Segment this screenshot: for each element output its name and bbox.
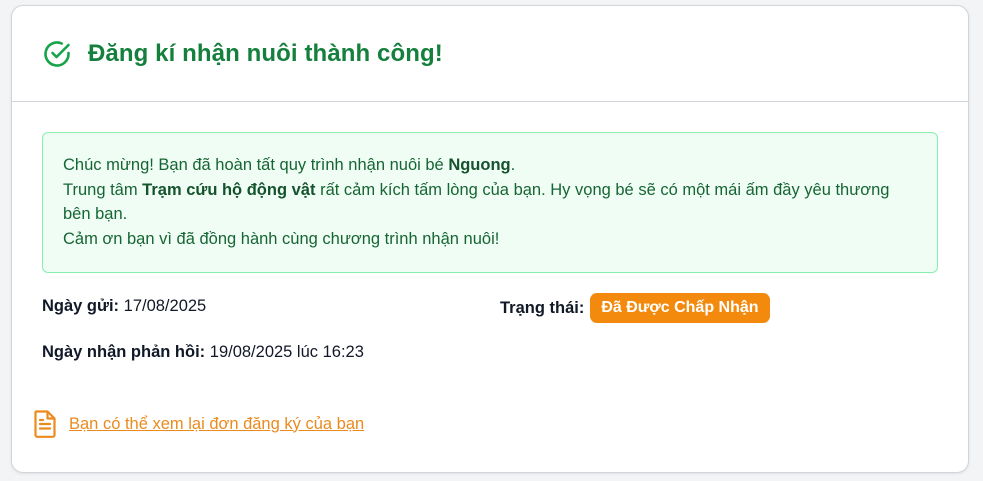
reply-date-value: 19/08/2025 lúc 16:23 <box>209 343 364 361</box>
check-circle-icon <box>42 39 72 69</box>
document-icon <box>33 409 57 439</box>
message-line-3: Cảm ơn bạn vì đã đồng hành cùng chương t… <box>63 229 500 248</box>
sent-date-row: Ngày gửi: 17/08/2025 <box>42 297 206 316</box>
reply-date-row: Ngày nhận phản hồi: 19/08/2025 lúc 16:23 <box>42 343 364 362</box>
sent-date-value: 17/08/2025 <box>123 297 207 315</box>
message-line-1: Chúc mừng! Bạn đã hoàn tất quy trình nhậ… <box>63 153 917 178</box>
success-message-box: Chúc mừng! Bạn đã hoàn tất quy trình nhậ… <box>42 132 938 273</box>
sent-date-label: Ngày gửi: <box>42 297 120 315</box>
view-application-link-label: Bạn có thể xem lại đơn đăng ký của bạn <box>69 414 365 433</box>
message-line-2-prefix: Trung tâm <box>63 180 143 199</box>
card-header: Đăng kí nhận nuôi thành công! <box>12 6 968 102</box>
pet-name: Nguong <box>448 156 511 174</box>
status-label: Trạng thái: <box>500 298 585 317</box>
message-line-2: Trung tâm Trạm cứu hộ động vật rất cảm k… <box>63 178 917 227</box>
details-grid: Ngày gửi: 17/08/2025 Ngày nhận phản hồi:… <box>42 273 938 383</box>
status-badge: Đã Được Chấp Nhận <box>590 293 770 323</box>
card-body: Chúc mừng! Bạn đã hoàn tất quy trình nhậ… <box>12 102 968 383</box>
view-application-link[interactable]: Bạn có thể xem lại đơn đăng ký của bạn <box>33 409 364 439</box>
page-title: Đăng kí nhận nuôi thành công! <box>88 39 443 67</box>
message-line-1-text: Chúc mừng! Bạn đã hoàn tất quy trình nhậ… <box>63 156 449 174</box>
reply-date-label: Ngày nhận phản hồi: <box>42 343 206 361</box>
status-row: Trạng thái: Đã Được Chấp Nhận <box>500 293 770 323</box>
center-name: Trạm cứu hộ động vật <box>142 180 316 199</box>
adoption-result-card: Đăng kí nhận nuôi thành công! Chúc mừng!… <box>11 5 969 473</box>
message-line-1-suffix: . <box>510 156 516 174</box>
